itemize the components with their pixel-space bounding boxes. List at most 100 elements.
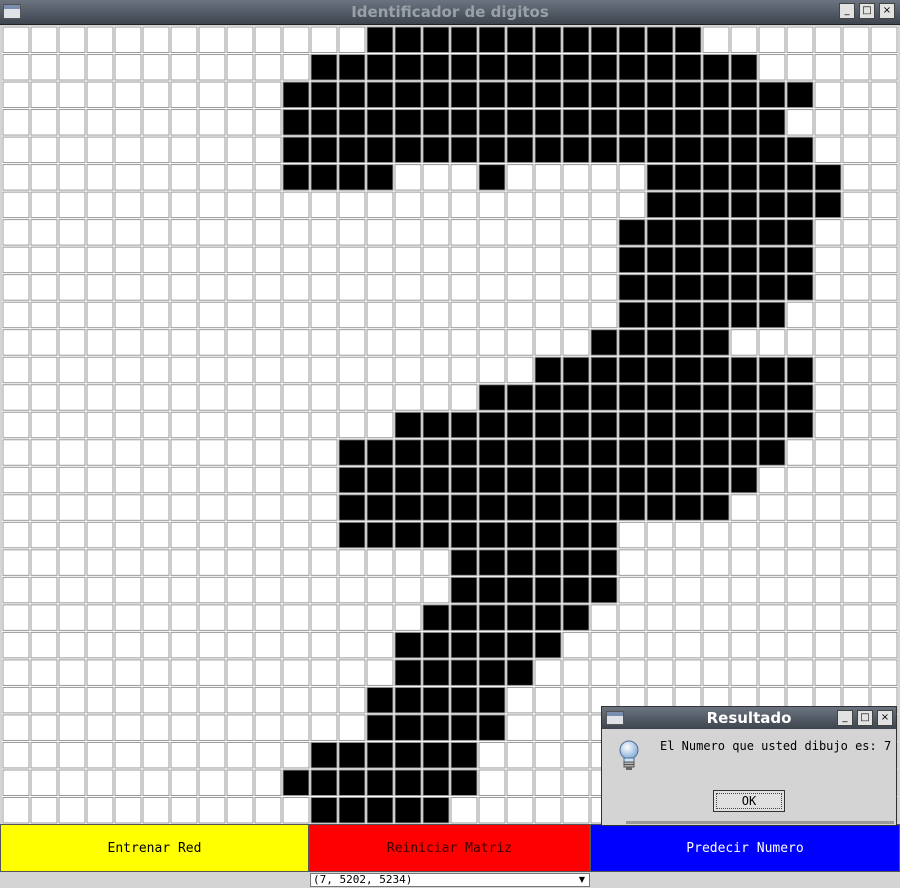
grid-cell[interactable] (702, 631, 730, 659)
grid-cell[interactable] (282, 191, 310, 219)
grid-cell[interactable] (590, 659, 618, 686)
grid-cell-filled[interactable] (366, 81, 394, 109)
grid-cell-filled[interactable] (450, 769, 478, 796)
grid-cell[interactable] (786, 576, 814, 604)
grid-cell-filled[interactable] (534, 384, 562, 411)
grid-cell-filled[interactable] (730, 54, 758, 81)
grid-cell[interactable] (86, 136, 114, 164)
grid-cell[interactable] (226, 191, 254, 219)
grid-cell-filled[interactable] (450, 411, 478, 439)
grid-cell[interactable] (142, 796, 170, 824)
grid-cell[interactable] (30, 631, 58, 659)
grid-cell[interactable] (282, 494, 310, 521)
grid-cell-filled[interactable] (646, 219, 674, 246)
grid-cell[interactable] (198, 741, 226, 769)
grid-cell-filled[interactable] (702, 301, 730, 329)
grid-cell[interactable] (58, 769, 86, 796)
grid-cell[interactable] (2, 329, 30, 356)
grid-cell-filled[interactable] (422, 494, 450, 521)
grid-cell[interactable] (254, 81, 282, 109)
grid-cell-filled[interactable] (450, 26, 478, 54)
grid-cell-filled[interactable] (478, 164, 506, 191)
grid-cell-filled[interactable] (674, 356, 702, 384)
grid-cell[interactable] (310, 604, 338, 631)
grid-cell[interactable] (170, 521, 198, 549)
grid-cell[interactable] (170, 714, 198, 741)
grid-cell[interactable] (310, 246, 338, 274)
dialog-close-button[interactable]: × (877, 710, 893, 726)
grid-cell[interactable] (870, 411, 898, 439)
grid-cell-filled[interactable] (590, 494, 618, 521)
grid-cell-filled[interactable] (618, 494, 646, 521)
grid-cell[interactable] (114, 191, 142, 219)
grid-cell[interactable] (366, 301, 394, 329)
grid-cell-filled[interactable] (590, 54, 618, 81)
grid-cell[interactable] (702, 604, 730, 631)
grid-cell[interactable] (226, 769, 254, 796)
grid-cell-filled[interactable] (338, 796, 366, 824)
grid-cell[interactable] (170, 741, 198, 769)
grid-cell[interactable] (86, 769, 114, 796)
grid-cell-filled[interactable] (394, 109, 422, 136)
grid-cell-filled[interactable] (506, 54, 534, 81)
grid-cell-filled[interactable] (394, 631, 422, 659)
grid-cell[interactable] (310, 384, 338, 411)
grid-cell-filled[interactable] (534, 411, 562, 439)
grid-cell[interactable] (870, 356, 898, 384)
grid-cell[interactable] (366, 549, 394, 576)
grid-cell[interactable] (310, 219, 338, 246)
grid-cell[interactable] (702, 576, 730, 604)
grid-cell-filled[interactable] (702, 356, 730, 384)
grid-cell[interactable] (114, 439, 142, 466)
dialog-titlebar[interactable]: Resultado _ □ × (602, 707, 896, 729)
grid-cell-filled[interactable] (590, 81, 618, 109)
grid-cell[interactable] (478, 274, 506, 301)
grid-cell-filled[interactable] (674, 466, 702, 494)
grid-cell-filled[interactable] (590, 329, 618, 356)
grid-cell-filled[interactable] (674, 329, 702, 356)
grid-cell[interactable] (30, 714, 58, 741)
grid-cell[interactable] (142, 741, 170, 769)
grid-cell[interactable] (394, 356, 422, 384)
grid-cell[interactable] (366, 576, 394, 604)
grid-cell-filled[interactable] (506, 494, 534, 521)
grid-cell[interactable] (730, 494, 758, 521)
grid-cell[interactable] (198, 164, 226, 191)
grid-cell[interactable] (870, 521, 898, 549)
grid-cell-filled[interactable] (618, 109, 646, 136)
grid-cell[interactable] (842, 81, 870, 109)
grid-cell-filled[interactable] (450, 54, 478, 81)
grid-cell-filled[interactable] (702, 246, 730, 274)
grid-cell-filled[interactable] (506, 384, 534, 411)
grid-cell[interactable] (86, 741, 114, 769)
grid-cell-filled[interactable] (758, 109, 786, 136)
grid-cell[interactable] (226, 356, 254, 384)
grid-cell[interactable] (86, 659, 114, 686)
grid-cell[interactable] (310, 301, 338, 329)
grid-cell[interactable] (786, 604, 814, 631)
grid-cell[interactable] (870, 631, 898, 659)
grid-cell[interactable] (338, 604, 366, 631)
grid-cell-filled[interactable] (394, 54, 422, 81)
grid-cell[interactable] (870, 164, 898, 191)
grid-cell[interactable] (2, 109, 30, 136)
grid-cell[interactable] (562, 741, 590, 769)
grid-cell[interactable] (86, 274, 114, 301)
grid-cell-filled[interactable] (590, 411, 618, 439)
grid-cell[interactable] (338, 411, 366, 439)
grid-cell[interactable] (198, 659, 226, 686)
grid-cell-filled[interactable] (702, 329, 730, 356)
grid-cell-filled[interactable] (450, 631, 478, 659)
grid-cell[interactable] (30, 54, 58, 81)
grid-cell[interactable] (562, 714, 590, 741)
grid-cell[interactable] (842, 274, 870, 301)
grid-cell[interactable] (842, 26, 870, 54)
grid-cell[interactable] (786, 494, 814, 521)
grid-cell[interactable] (86, 164, 114, 191)
grid-cell-filled[interactable] (646, 164, 674, 191)
grid-cell[interactable] (114, 301, 142, 329)
grid-cell[interactable] (618, 576, 646, 604)
grid-cell[interactable] (58, 26, 86, 54)
grid-cell[interactable] (114, 714, 142, 741)
grid-cell[interactable] (2, 714, 30, 741)
